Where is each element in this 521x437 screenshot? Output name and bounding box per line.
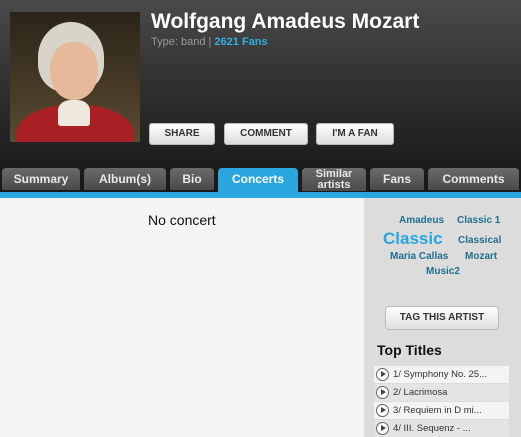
track-title: 2/ Lacrimosa (393, 387, 448, 398)
tag-this-artist-button[interactable]: TAG THIS ARTIST (385, 306, 499, 330)
tag-classic-1[interactable]: Classic 1 (457, 215, 500, 226)
comment-button[interactable]: COMMENT (224, 123, 308, 145)
tab-bio[interactable]: Bio (170, 168, 214, 190)
tag-amadeus[interactable]: Amadeus (399, 215, 444, 226)
track-item[interactable]: 2/ Lacrimosa (374, 384, 509, 401)
artist-name: Wolfgang Amadeus Mozart (151, 10, 420, 33)
play-icon[interactable] (376, 386, 389, 399)
play-icon[interactable] (376, 368, 389, 381)
track-title: 4/ III. Sequenz - ... (393, 423, 471, 434)
tab-comments[interactable]: Comments (428, 168, 519, 190)
empty-message: No concert (148, 212, 216, 228)
track-item[interactable]: 4/ III. Sequenz - ... (374, 420, 509, 437)
track-title: 3/ Requiem in D mi... (393, 405, 482, 416)
sidebar: Amadeus Classic 1 Classic Classical Mari… (364, 198, 521, 437)
play-icon[interactable] (376, 422, 389, 435)
tag-classical[interactable]: Classical (458, 235, 501, 246)
tag-classic[interactable]: Classic (383, 229, 443, 249)
play-icon[interactable] (376, 404, 389, 417)
track-item[interactable]: 1/ Symphony No. 25... (374, 366, 509, 383)
tab-fans[interactable]: Fans (370, 168, 424, 190)
im-a-fan-button[interactable]: I'M A FAN (316, 123, 394, 145)
fans-count-link[interactable]: 2621 Fans (214, 36, 267, 48)
share-button[interactable]: SHARE (149, 123, 215, 145)
portrait-collar (58, 100, 90, 126)
tag-music2[interactable]: Music2 (426, 266, 460, 277)
track-title: 1/ Symphony No. 25... (393, 369, 487, 380)
tab-summary[interactable]: Summary (2, 168, 80, 190)
tab-concerts[interactable]: Concerts (218, 168, 298, 192)
tab-similar-line2: artists (317, 179, 351, 191)
artist-type: Type: band | (151, 36, 212, 48)
artist-header: Wolfgang Amadeus Mozart Type: band | 262… (0, 0, 521, 168)
tab-similar-artists[interactable]: Similar artists (302, 168, 366, 191)
tab-bar: Summary Album(s) Bio Concerts Similar ar… (0, 168, 521, 192)
artist-meta: Type: band | 2621 Fans (151, 36, 268, 48)
top-titles-heading: Top Titles (377, 342, 442, 358)
track-item[interactable]: 3/ Requiem in D mi... (374, 402, 509, 419)
tab-albums[interactable]: Album(s) (84, 168, 166, 190)
tag-mozart[interactable]: Mozart (465, 251, 497, 262)
portrait-face (50, 42, 98, 100)
artist-portrait (10, 12, 140, 142)
concerts-panel: No concert (0, 198, 364, 437)
tag-maria-callas[interactable]: Maria Callas (390, 251, 448, 262)
